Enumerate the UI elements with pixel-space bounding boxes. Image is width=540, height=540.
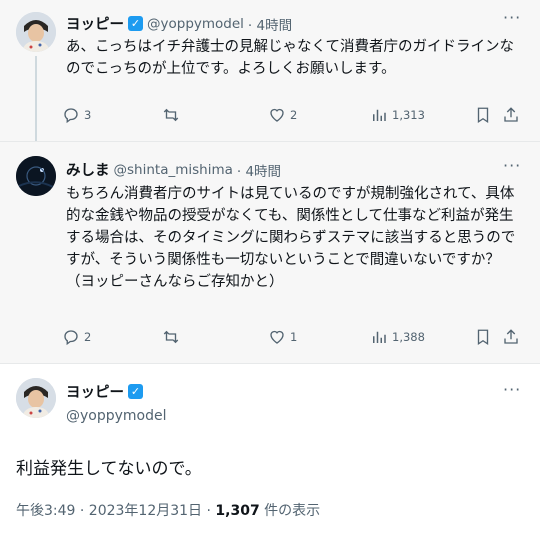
- verified-badge-icon: ✓: [128, 16, 143, 31]
- repost-button[interactable]: [162, 328, 184, 346]
- avatar[interactable]: [16, 378, 56, 418]
- avatar[interactable]: [16, 156, 56, 196]
- display-name[interactable]: ヨッピー: [66, 381, 124, 402]
- more-options-icon[interactable]: ···: [503, 8, 521, 27]
- share-button[interactable]: [502, 106, 520, 124]
- tweet-actions: 2 1 1,388: [62, 328, 522, 348]
- timestamp[interactable]: · 4時間: [237, 160, 281, 180]
- share-icon: [504, 329, 518, 344]
- like-button[interactable]: 2: [268, 106, 297, 124]
- repost-button[interactable]: [162, 106, 184, 124]
- repost-icon: [163, 330, 179, 344]
- views-button[interactable]: 1,388: [370, 328, 425, 346]
- handle[interactable]: @yoppymodel: [147, 16, 244, 32]
- reply-icon: [64, 108, 78, 124]
- like-count: 1: [290, 330, 298, 344]
- view-count: 1,313: [392, 108, 425, 122]
- tweet-text: あ、こっちはイチ弁護士の見解じゃなくて消費者庁のガイドラインなのでこっちのが上位…: [66, 39, 515, 77]
- like-icon: [270, 330, 284, 344]
- bookmark-icon: [477, 329, 489, 346]
- display-name[interactable]: ヨッピー: [66, 13, 124, 34]
- more-options-icon[interactable]: ···: [503, 380, 521, 399]
- views-icon: [373, 331, 386, 343]
- timestamp[interactable]: · 4時間: [248, 14, 292, 34]
- timestamp[interactable]: 午後3:49 · 2023年12月31日 ·: [16, 503, 215, 519]
- views-button[interactable]: 1,313: [370, 106, 425, 124]
- reply-button[interactable]: 3: [62, 106, 91, 124]
- view-count: 1,307: [215, 503, 260, 519]
- verified-badge-icon: ✓: [128, 384, 143, 399]
- share-icon: [504, 107, 518, 122]
- reply-count: 2: [84, 330, 92, 344]
- avatar[interactable]: [16, 12, 56, 52]
- handle[interactable]: @yoppymodel: [66, 408, 167, 424]
- view-count: 1,388: [392, 330, 425, 344]
- tweet-text: もちろん消費者庁のサイトは見ているのですが規制強化されて、具体的な金銭や物品の授…: [66, 186, 516, 290]
- tweet-actions: 3 2 1,313: [62, 106, 522, 126]
- like-button[interactable]: 1: [268, 328, 297, 346]
- thread-tweet-1[interactable]: ヨッピー ✓ @yoppymodel · 4時間 ··· あ、こっちはイチ弁護士…: [0, 0, 540, 141]
- bookmark-button[interactable]: [474, 106, 492, 124]
- like-count: 2: [290, 108, 298, 122]
- thread-tweet-2[interactable]: みしま @shinta_mishima · 4時間 ··· もちろん消費者庁のサ…: [0, 141, 540, 363]
- repost-icon: [163, 108, 179, 122]
- bookmark-button[interactable]: [474, 328, 492, 346]
- reply-button[interactable]: 2: [62, 328, 91, 346]
- bookmark-icon: [477, 107, 489, 124]
- handle[interactable]: @shinta_mishima: [114, 162, 233, 178]
- view-label: 件の表示: [259, 503, 321, 519]
- thread-connector: [35, 56, 37, 141]
- more-options-icon[interactable]: ···: [503, 156, 521, 175]
- reply-icon: [64, 330, 78, 346]
- share-button[interactable]: [502, 328, 520, 346]
- views-icon: [373, 109, 386, 121]
- reply-count: 3: [84, 108, 92, 122]
- tweet-meta: 午後3:49 · 2023年12月31日 · 1,307 件の表示: [16, 500, 320, 520]
- display-name[interactable]: みしま: [66, 159, 110, 180]
- focused-tweet: ヨッピー ✓ @yoppymodel ··· 利益発生してないので。 午後3:4…: [0, 363, 540, 540]
- like-icon: [270, 108, 284, 122]
- tweet-text: 利益発生してないので。: [16, 459, 202, 479]
